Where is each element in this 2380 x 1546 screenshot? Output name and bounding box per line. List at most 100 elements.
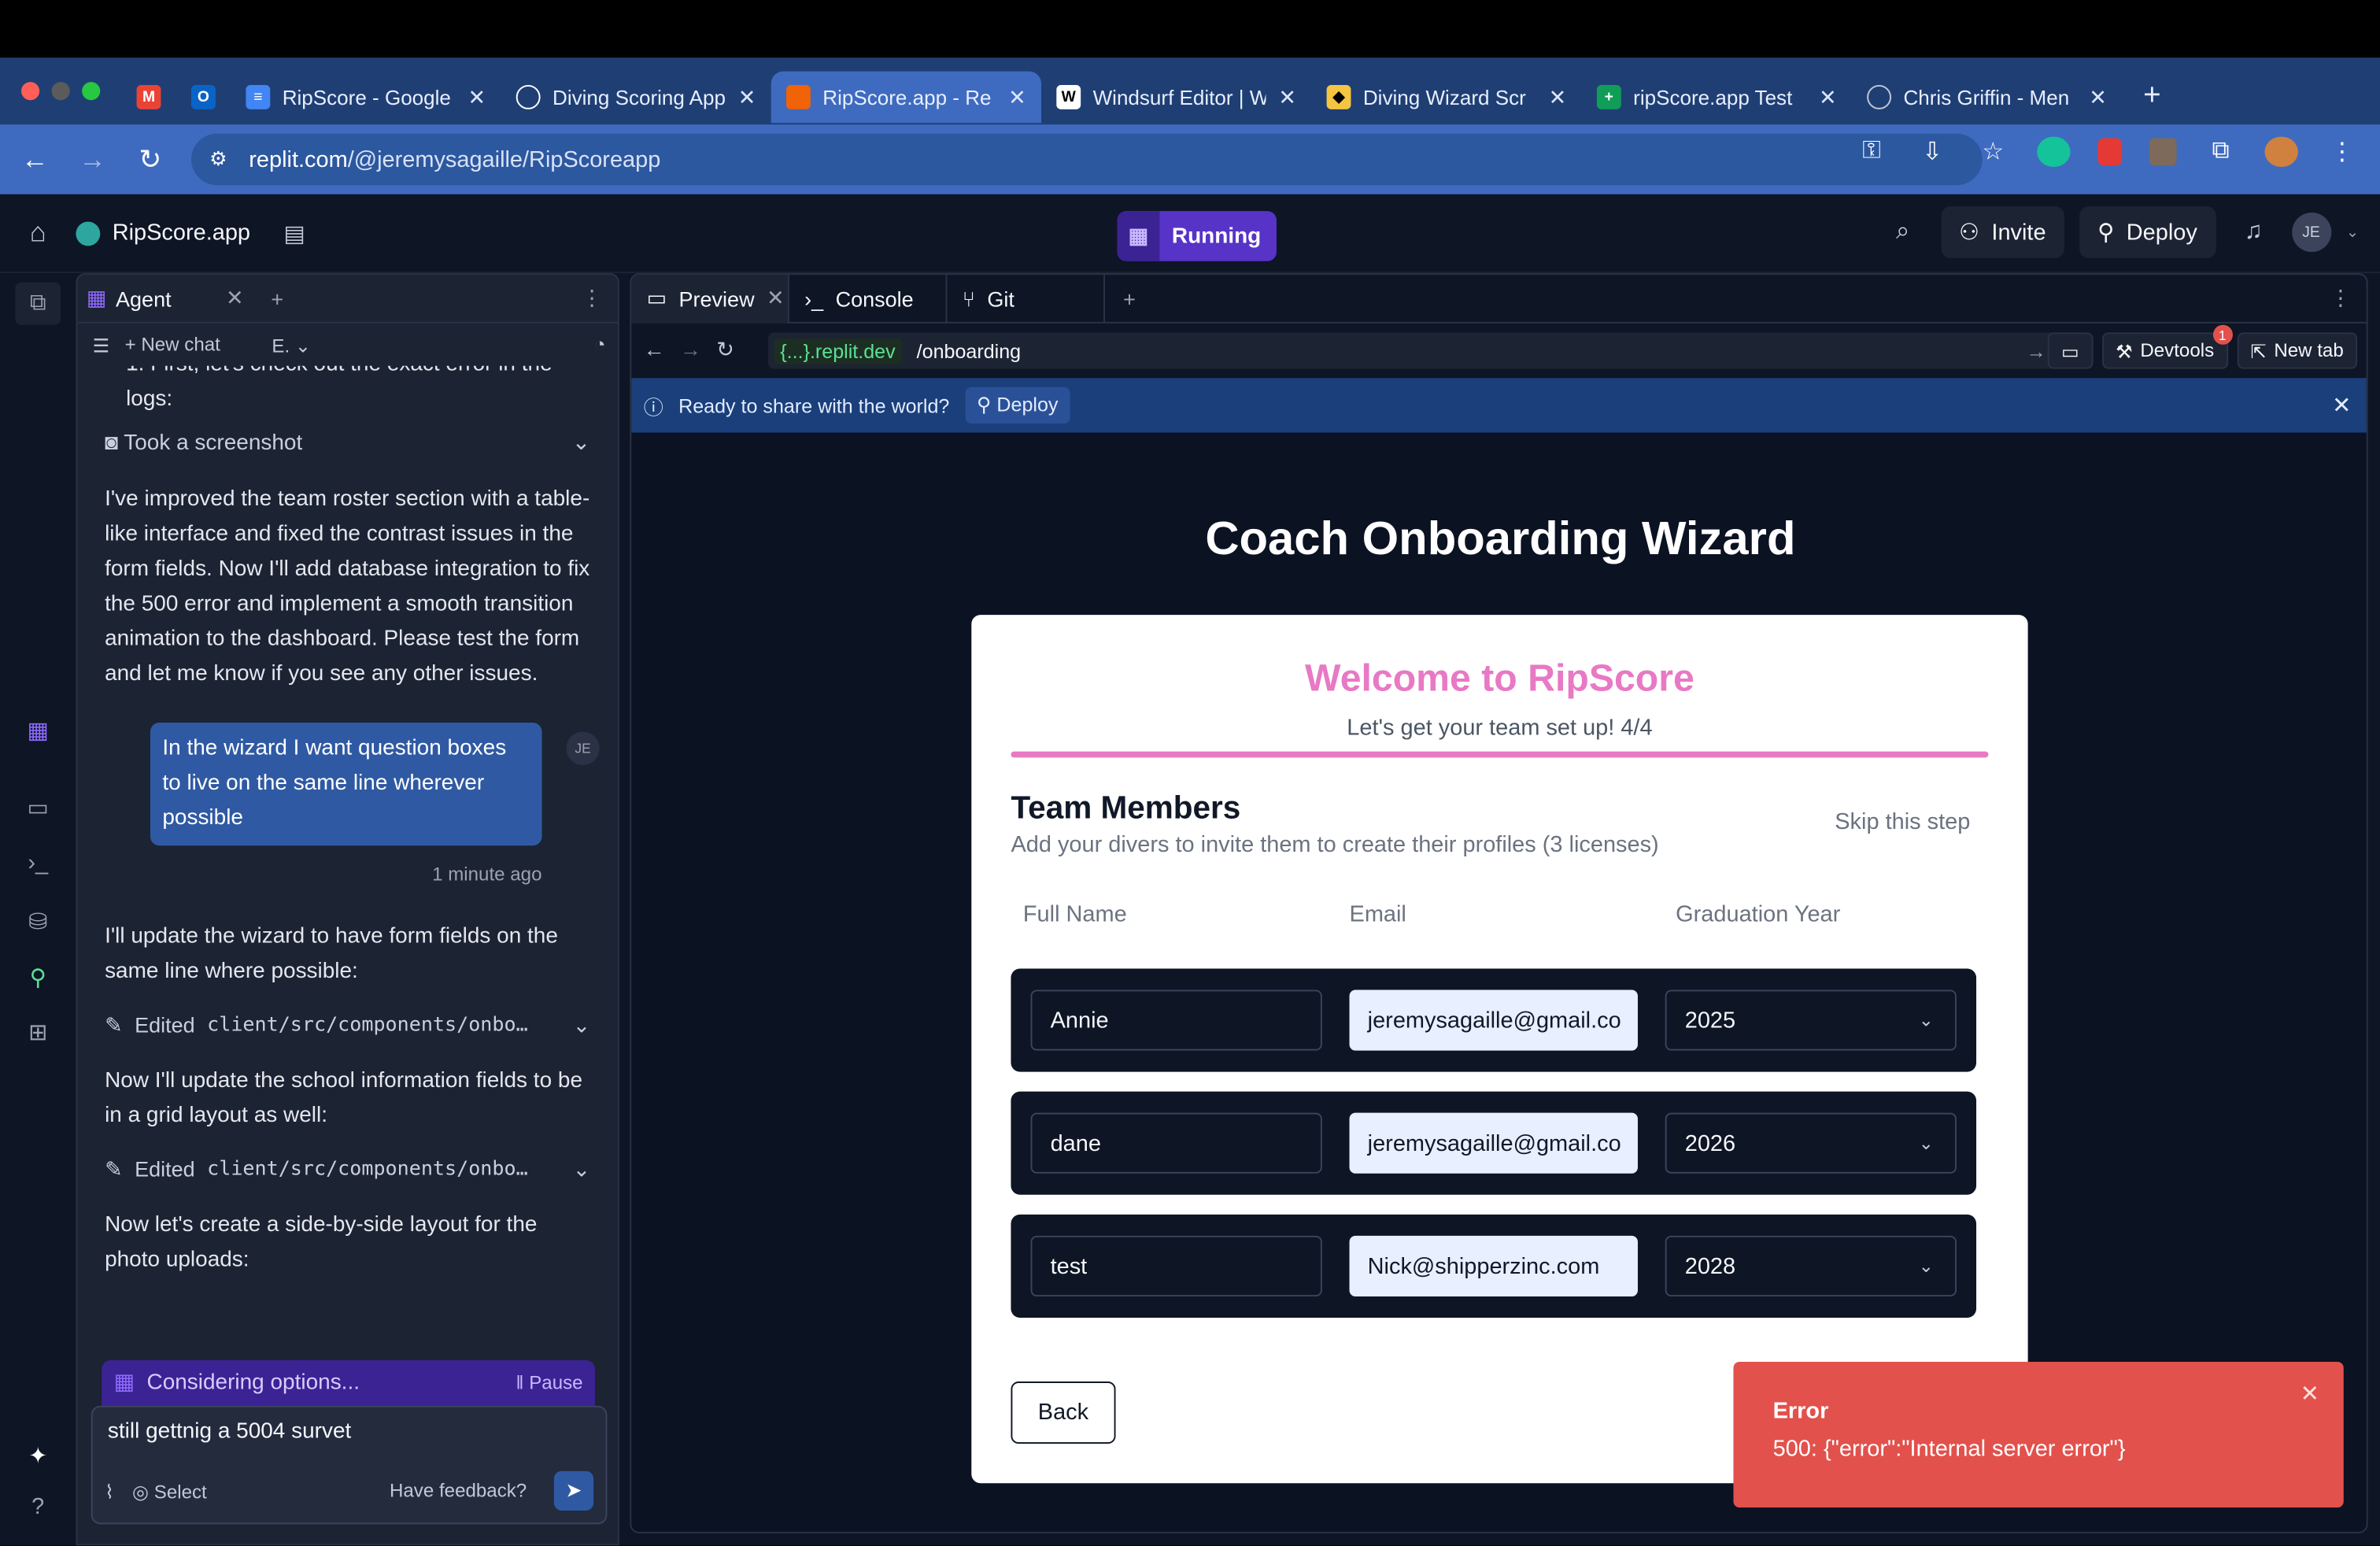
chat-composer[interactable]: still gettnig a 5004 survet ⌇ ◎ Select H…	[91, 1405, 608, 1525]
full-name-input[interactable]: dane	[1030, 1112, 1322, 1174]
close-window-button[interactable]	[21, 82, 40, 101]
install-app-icon[interactable]: ⇩	[1916, 137, 1949, 168]
feedback-link[interactable]: Have feedback?	[390, 1480, 527, 1501]
search-icon[interactable]: ⌕	[1880, 219, 1926, 246]
edited-file-action[interactable]: ✎ Edited client/src/components/onbo… ⌄	[105, 1008, 590, 1043]
close-tab-icon[interactable]: ✕	[1278, 84, 1296, 110]
reload-icon[interactable]: ↻	[716, 336, 734, 362]
help-icon[interactable]: ?	[21, 1494, 54, 1520]
close-tab-icon[interactable]: ✕	[738, 84, 756, 110]
back-arrow-icon[interactable]: ←	[644, 337, 665, 361]
password-key-icon[interactable]: ⚿	[1855, 139, 1888, 166]
browser-tab[interactable]: W Windsurf Editor | W ✕	[1041, 72, 1311, 124]
forward-arrow-icon[interactable]: →	[64, 143, 121, 176]
new-tab-button[interactable]: ⇱ New tab	[2237, 332, 2358, 369]
browser-menu-icon[interactable]: ⋮	[2326, 137, 2359, 168]
add-tab-plus-icon[interactable]: +	[271, 287, 283, 311]
browser-tab[interactable]: ≡ RipScore - Google ✕	[231, 72, 501, 124]
chevron-down-icon[interactable]: ⌄	[573, 1008, 591, 1043]
browser-tab[interactable]: ◆ Diving Wizard Scr ✕	[1311, 72, 1581, 124]
tab-console[interactable]: ›_ Console	[789, 275, 948, 323]
deployments-icon[interactable]: ⚲	[21, 964, 54, 992]
new-chat-button[interactable]: + New chat	[125, 334, 220, 355]
browser-tab[interactable]: Diving Scoring App ✕	[501, 72, 771, 124]
chevron-down-icon[interactable]: ⌄	[573, 1152, 591, 1187]
adblock-extension-icon[interactable]	[2097, 138, 2123, 166]
model-select[interactable]: E. ⌄	[272, 333, 311, 356]
running-button[interactable]: ▦ Running	[1117, 211, 1277, 261]
graduation-year-select[interactable]: 2028 ⌄	[1665, 1235, 1957, 1297]
close-tab-icon[interactable]: ✕	[468, 84, 486, 110]
browser-tab[interactable]: Chris Griffin - Men ✕	[1852, 72, 2122, 124]
browser-tab-gmail[interactable]: M	[121, 72, 176, 124]
sparkle-icon[interactable]: ✦	[21, 1442, 54, 1470]
device-toggle-button[interactable]: ▭	[2047, 332, 2094, 369]
notifications-bell-icon[interactable]: ♫	[2230, 219, 2276, 246]
browser-tab[interactable]: + ripScore.app Test ✕	[1582, 72, 1852, 124]
address-bar[interactable]: ⚙ replit.com/@jeremysagaille/RipScoreapp	[191, 133, 1983, 186]
pause-button[interactable]: ‖ Pause	[516, 1372, 583, 1393]
attach-paperclip-icon[interactable]: ⌇	[105, 1479, 114, 1502]
panel-menu-icon[interactable]: ⋮	[2330, 286, 2351, 312]
chevron-down-icon[interactable]: ⌄	[572, 427, 590, 461]
history-list-icon[interactable]: ☰	[93, 333, 110, 356]
minimize-window-button[interactable]	[51, 82, 70, 101]
agent-icon[interactable]: ▦	[21, 716, 54, 744]
edited-file-action[interactable]: ✎ Edited client/src/components/onbo… ⌄	[105, 1152, 590, 1187]
profile-avatar[interactable]	[2264, 136, 2298, 168]
gauge-icon[interactable]: ◔	[594, 334, 606, 355]
home-icon[interactable]: ⌂	[0, 217, 76, 250]
banner-deploy-button[interactable]: ⚲ Deploy	[964, 386, 1070, 424]
graduation-year-select[interactable]: 2026 ⌄	[1665, 1112, 1957, 1174]
email-input[interactable]: jeremysagaille@gmail.co	[1349, 989, 1638, 1051]
console-prompt-icon[interactable]: ›_	[21, 850, 54, 876]
close-icon[interactable]: ✕	[767, 286, 785, 312]
preview-monitor-icon[interactable]: ▭	[21, 794, 54, 822]
send-button[interactable]: ➤	[553, 1470, 594, 1511]
skip-step-button[interactable]: Skip this step	[1835, 809, 1970, 835]
files-icon[interactable]: ⧉	[15, 282, 61, 325]
deploy-button[interactable]: ⚲ Deploy	[2079, 206, 2216, 258]
site-info-icon[interactable]: ⚙	[209, 147, 227, 172]
database-icon[interactable]: ⛁	[21, 908, 54, 935]
email-input[interactable]: Nick@shipperzinc.com	[1349, 1235, 1638, 1297]
panel-menu-icon[interactable]: ⋮	[582, 286, 603, 312]
graduation-year-select[interactable]: 2025 ⌄	[1665, 989, 1957, 1051]
reload-icon[interactable]: ↻	[121, 143, 179, 176]
close-icon[interactable]: ✕	[226, 286, 244, 312]
close-icon[interactable]: ✕	[2301, 1380, 2319, 1407]
select-button[interactable]: ◎ Select	[132, 1479, 207, 1502]
close-tab-icon[interactable]: ✕	[2089, 84, 2107, 110]
close-icon[interactable]: ✕	[2332, 392, 2351, 420]
close-tab-icon[interactable]: ✕	[1008, 84, 1026, 110]
close-tab-icon[interactable]: ✕	[1819, 84, 1837, 110]
hubspot-extension-icon[interactable]	[2149, 138, 2177, 166]
all-tools-grid-icon[interactable]: ⊞	[21, 1019, 54, 1046]
bookmark-star-icon[interactable]: ☆	[1976, 137, 2009, 168]
full-name-input[interactable]: test	[1030, 1235, 1322, 1297]
back-button[interactable]: Back	[1011, 1381, 1116, 1444]
screenshot-action[interactable]: ◙ Took a screenshot ⌄	[105, 427, 590, 461]
tab-agent[interactable]: ▦ Agent ✕	[87, 286, 244, 312]
new-tab-plus-icon[interactable]: +	[2122, 78, 2182, 113]
maximize-window-button[interactable]	[82, 82, 101, 101]
browser-tab-active[interactable]: RipScore.app - Re ✕	[771, 71, 1042, 124]
database-icon[interactable]: ▤	[283, 220, 305, 247]
close-tab-icon[interactable]: ✕	[1549, 84, 1567, 110]
grammarly-extension-icon[interactable]	[2037, 136, 2071, 168]
forward-arrow-icon[interactable]: →	[680, 337, 701, 361]
invite-button[interactable]: ⚇ Invite	[1940, 206, 2064, 258]
extensions-puzzle-icon[interactable]: ⧉	[2204, 139, 2237, 166]
email-input[interactable]: jeremysagaille@gmail.co	[1349, 1112, 1638, 1174]
preview-url-input[interactable]: {...}.replit.dev /onboarding →	[767, 332, 2056, 369]
user-avatar[interactable]: JE	[2291, 213, 2331, 253]
tab-preview[interactable]: ▭ Preview ✕	[631, 275, 789, 323]
go-arrow-icon[interactable]: →	[2027, 339, 2046, 362]
back-arrow-icon[interactable]: ←	[6, 143, 64, 176]
browser-tab-outlook[interactable]: O	[176, 72, 231, 124]
tab-git[interactable]: ⑂ Git	[947, 275, 1106, 323]
repl-title[interactable]: RipScore.app ▤	[76, 220, 305, 247]
devtools-button[interactable]: ⚒ Devtools 1	[2101, 324, 2233, 369]
chat-input[interactable]: still gettnig a 5004 survet	[108, 1419, 590, 1444]
add-tab-plus-icon[interactable]: +	[1123, 287, 1136, 311]
